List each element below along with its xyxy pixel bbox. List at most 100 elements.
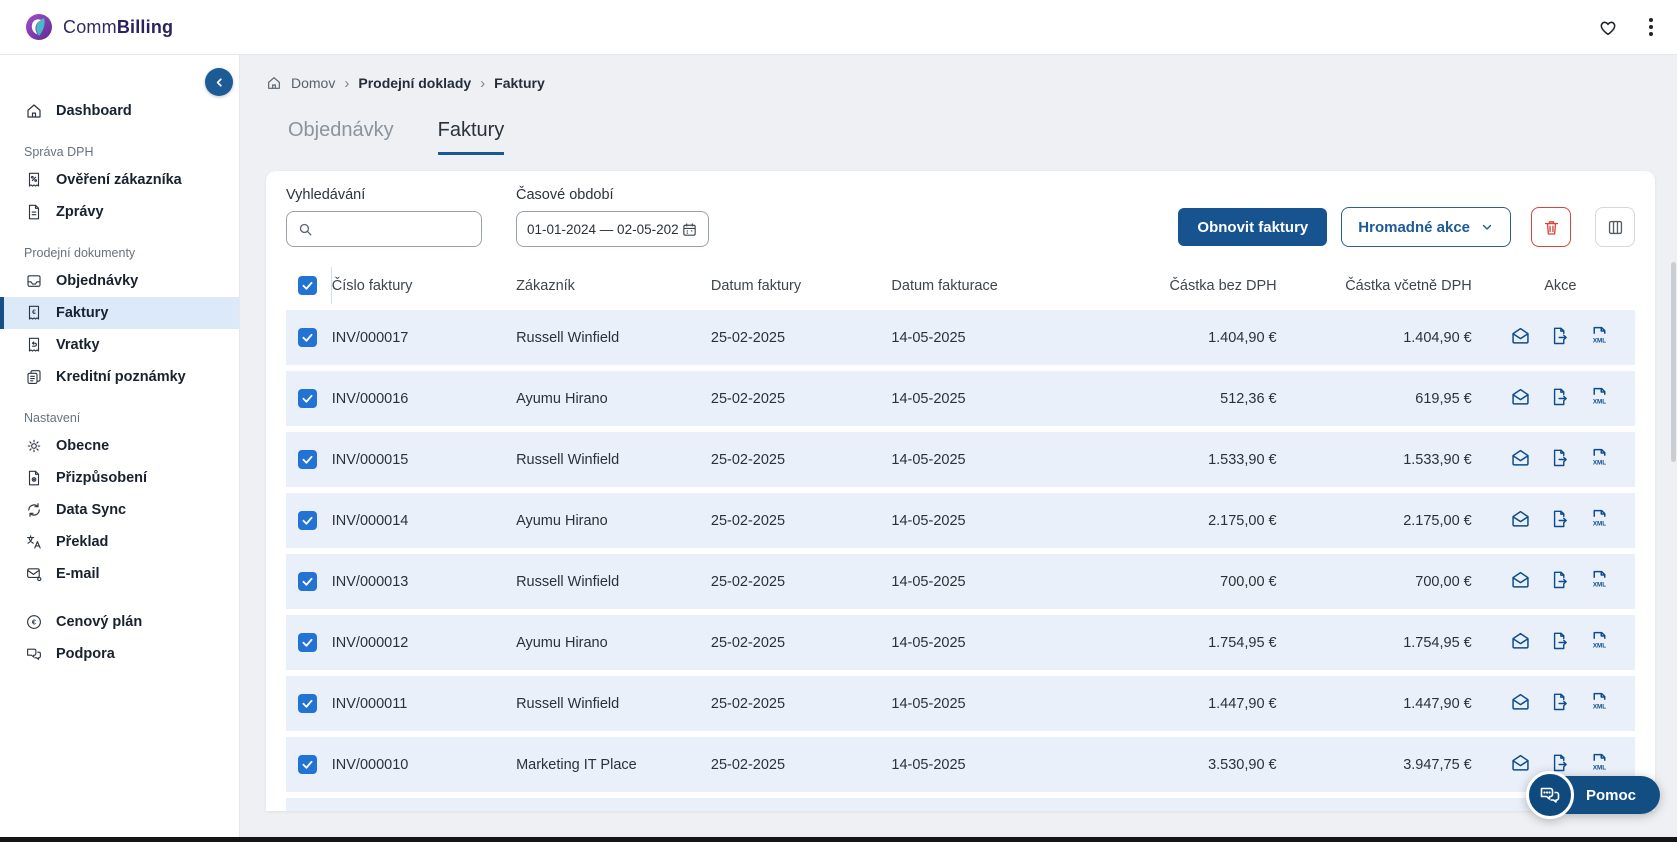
cell-amount-net: 700,00 € xyxy=(1116,554,1291,609)
svg-text:XML: XML xyxy=(1593,338,1606,345)
invoice-table-row[interactable]: INV/000013 Russell Winfield 25-02-2025 1… xyxy=(286,554,1635,609)
sidebar-item-data-sync[interactable]: Data Sync xyxy=(0,494,239,526)
vertical-scrollbar-thumb[interactable] xyxy=(1671,262,1676,462)
sidebar-collapse-button[interactable] xyxy=(205,68,233,96)
sidebar-item-email[interactable]: E-mail xyxy=(0,558,239,590)
header-cislo-faktury[interactable]: Číslo faktury xyxy=(332,267,516,304)
document-export-icon xyxy=(1550,509,1570,529)
cell-amount-gross: 1.404,90 € xyxy=(1291,310,1486,365)
sidebar-item-kreditni-poznamky[interactable]: Kreditní poznámky xyxy=(0,361,239,393)
export-xml-button[interactable]: XML xyxy=(1589,386,1610,407)
refresh-invoices-button[interactable]: Obnovit faktury xyxy=(1178,208,1327,246)
sidebar-item-overeni-zakaznika[interactable]: Ověření zákazníka xyxy=(0,164,239,196)
tab-objednavky[interactable]: Objednávky xyxy=(288,119,394,155)
tab-faktury[interactable]: Faktury xyxy=(438,119,505,155)
cell-amount-net: 1.404,90 € xyxy=(1116,310,1291,365)
send-email-button[interactable] xyxy=(1510,569,1531,590)
cell-billing-date: 14-05-2025 xyxy=(891,798,1115,811)
export-document-button[interactable] xyxy=(1550,753,1570,773)
send-email-button[interactable] xyxy=(1510,447,1531,468)
receipt-percent-icon xyxy=(24,171,44,189)
sidebar-section-nastaveni: Nastavení xyxy=(0,393,239,430)
cell-invoice-date: 25-02-2025 xyxy=(711,432,892,487)
invoice-table-row[interactable]: INV/000012 Ayumu Hirano 25-02-2025 14-05… xyxy=(286,615,1635,670)
cell-billing-date: 14-05-2025 xyxy=(891,676,1115,731)
cell-amount-gross: 700,00 € xyxy=(1291,554,1486,609)
sidebar-item-podpora[interactable]: Podpora xyxy=(0,638,239,670)
header-datum-fakturace[interactable]: Datum fakturace xyxy=(891,267,1115,304)
export-xml-button[interactable]: XML xyxy=(1589,569,1610,590)
row-checkbox[interactable] xyxy=(298,450,317,469)
export-xml-button[interactable]: XML xyxy=(1589,752,1610,773)
breadcrumb-item-domov[interactable]: Domov xyxy=(291,75,335,91)
row-checkbox[interactable] xyxy=(298,328,317,347)
mail-open-icon xyxy=(1510,569,1531,590)
export-xml-button[interactable]: XML xyxy=(1589,447,1610,468)
sidebar-item-obecne[interactable]: Obecne xyxy=(0,430,239,462)
columns-settings-button[interactable] xyxy=(1595,207,1635,247)
svg-text:€: € xyxy=(32,618,37,627)
invoice-table-row[interactable]: INV/000015 Russell Winfield 25-02-2025 1… xyxy=(286,432,1635,487)
breadcrumb-item-prodejni-doklady[interactable]: Prodejní doklady xyxy=(358,75,471,91)
cell-customer: Russell Winfield xyxy=(516,554,711,609)
invoice-table-row[interactable]: INV/000010 Marketing IT Place 25-02-2025… xyxy=(286,737,1635,792)
row-checkbox[interactable] xyxy=(298,511,317,530)
invoice-table-row[interactable]: INV/000011 Russell Winfield 25-02-2025 1… xyxy=(286,676,1635,731)
sidebar-item-preklad[interactable]: Překlad xyxy=(0,526,239,558)
credit-note-icon xyxy=(24,368,44,386)
sidebar-item-cenovy-plan[interactable]: € Cenový plán xyxy=(0,606,239,638)
send-email-button[interactable] xyxy=(1510,386,1531,407)
sidebar-item-objednavky[interactable]: Objednávky xyxy=(0,265,239,297)
export-document-button[interactable] xyxy=(1550,631,1570,651)
export-xml-button[interactable]: XML xyxy=(1589,508,1610,529)
row-checkbox[interactable] xyxy=(298,572,317,591)
export-xml-button[interactable]: XML xyxy=(1589,691,1610,712)
row-checkbox[interactable] xyxy=(298,633,317,652)
invoice-table-row[interactable]: INV/000014 Ayumu Hirano 25-02-2025 14-05… xyxy=(286,493,1635,548)
export-document-button[interactable] xyxy=(1550,326,1570,346)
cell-invoice-date: 25-02-2025 xyxy=(711,737,892,792)
cell-invoice-date: 25-02-2025 xyxy=(711,310,892,365)
row-checkbox[interactable] xyxy=(298,755,317,774)
send-email-button[interactable] xyxy=(1510,752,1531,773)
send-email-button[interactable] xyxy=(1510,630,1531,651)
invoice-table-row[interactable]: INV/000017 Russell Winfield 25-02-2025 1… xyxy=(286,310,1635,365)
header-castka-vcetne-dph[interactable]: Částka včetně DPH xyxy=(1291,267,1486,304)
header-zakaznik[interactable]: Zákazník xyxy=(516,267,711,304)
sidebar-item-vratky[interactable]: Vratky xyxy=(0,329,239,361)
document-icon xyxy=(24,203,44,221)
row-checkbox[interactable] xyxy=(298,694,317,713)
breadcrumb-home-icon[interactable] xyxy=(266,75,282,91)
bulk-actions-button[interactable]: Hromadné akce xyxy=(1341,207,1511,247)
sidebar-item-faktury[interactable]: € Faktury xyxy=(0,297,239,329)
sidebar-item-dashboard[interactable]: Dashboard xyxy=(0,95,239,127)
delete-button[interactable] xyxy=(1531,207,1571,247)
export-xml-button[interactable]: XML xyxy=(1589,325,1610,346)
invoice-table-row[interactable]: INV/000009 Marketing IT Place 25-02-2025… xyxy=(286,798,1635,811)
send-email-button[interactable] xyxy=(1510,691,1531,712)
send-email-button[interactable] xyxy=(1510,508,1531,529)
sidebar-item-label: Obecne xyxy=(56,438,109,454)
date-range-field[interactable]: 01-01-2024 — 02-05-202 xyxy=(516,211,709,247)
invoice-table-row[interactable]: INV/000016 Ayumu Hirano 25-02-2025 14-05… xyxy=(286,371,1635,426)
export-xml-button[interactable]: XML xyxy=(1589,630,1610,651)
favorites-heart-button[interactable] xyxy=(1597,16,1619,38)
overflow-menu-button[interactable] xyxy=(1649,18,1653,36)
send-email-button[interactable] xyxy=(1510,325,1531,346)
help-widget[interactable]: Pomoc xyxy=(1526,771,1660,819)
export-document-button[interactable] xyxy=(1550,448,1570,468)
sidebar-item-zpravy[interactable]: Zprávy xyxy=(0,196,239,228)
check-icon xyxy=(301,331,314,344)
select-all-checkbox[interactable] xyxy=(298,276,317,295)
export-document-button[interactable] xyxy=(1550,387,1570,407)
export-document-button[interactable] xyxy=(1550,509,1570,529)
cell-number: INV/000015 xyxy=(332,432,516,487)
row-checkbox[interactable] xyxy=(298,389,317,408)
export-document-button[interactable] xyxy=(1550,570,1570,590)
search-input[interactable] xyxy=(314,222,471,237)
header-datum-faktury[interactable]: Datum faktury xyxy=(711,267,892,304)
header-castka-bez-dph[interactable]: Částka bez DPH xyxy=(1116,267,1291,304)
sidebar-item-prizpusobeni[interactable]: Přizpůsobení xyxy=(0,462,239,494)
app-logo[interactable]: CommBilling xyxy=(24,12,173,42)
export-document-button[interactable] xyxy=(1550,692,1570,712)
